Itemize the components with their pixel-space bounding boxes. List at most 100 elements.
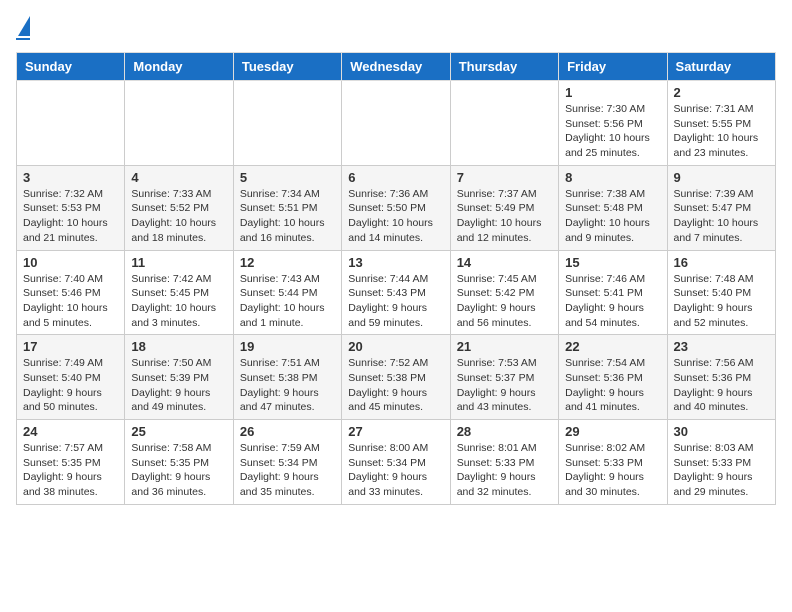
day-info: Sunrise: 7:44 AM Sunset: 5:43 PM Dayligh… — [348, 272, 443, 331]
day-info: Sunrise: 7:38 AM Sunset: 5:48 PM Dayligh… — [565, 187, 660, 246]
day-info: Sunrise: 7:54 AM Sunset: 5:36 PM Dayligh… — [565, 356, 660, 415]
day-number: 29 — [565, 424, 660, 439]
day-info: Sunrise: 7:49 AM Sunset: 5:40 PM Dayligh… — [23, 356, 118, 415]
day-info: Sunrise: 7:30 AM Sunset: 5:56 PM Dayligh… — [565, 102, 660, 161]
day-info: Sunrise: 7:39 AM Sunset: 5:47 PM Dayligh… — [674, 187, 769, 246]
day-info: Sunrise: 7:33 AM Sunset: 5:52 PM Dayligh… — [131, 187, 226, 246]
day-info: Sunrise: 7:37 AM Sunset: 5:49 PM Dayligh… — [457, 187, 552, 246]
calendar-cell: 2 Sunrise: 7:31 AM Sunset: 5:55 PM Daylig… — [667, 81, 775, 166]
calendar-cell: 19 Sunrise: 7:51 AM Sunset: 5:38 PM Dayli… — [233, 335, 341, 420]
day-info: Sunrise: 7:57 AM Sunset: 5:35 PM Dayligh… — [23, 441, 118, 500]
day-info: Sunrise: 7:56 AM Sunset: 5:36 PM Dayligh… — [674, 356, 769, 415]
day-number: 11 — [131, 255, 226, 270]
day-number: 27 — [348, 424, 443, 439]
calendar-cell: 26 Sunrise: 7:59 AM Sunset: 5:34 PM Dayli… — [233, 420, 341, 505]
calendar-day-header: Saturday — [667, 53, 775, 81]
calendar-cell: 30 Sunrise: 8:03 AM Sunset: 5:33 PM Dayli… — [667, 420, 775, 505]
day-number: 3 — [23, 170, 118, 185]
calendar-cell: 23Sunrise: 7:56 AM Sunset: 5:36 PM Dayli… — [667, 335, 775, 420]
calendar-cell: 18Sunrise: 7:50 AM Sunset: 5:39 PM Dayli… — [125, 335, 233, 420]
day-number: 1 — [565, 85, 660, 100]
day-number: 19 — [240, 339, 335, 354]
day-number: 20 — [348, 339, 443, 354]
day-number: 26 — [240, 424, 335, 439]
calendar-cell: 27 Sunrise: 8:00 AM Sunset: 5:34 PM Dayli… — [342, 420, 450, 505]
day-info: Sunrise: 7:58 AM Sunset: 5:35 PM Dayligh… — [131, 441, 226, 500]
day-info: Sunrise: 7:45 AM Sunset: 5:42 PM Dayligh… — [457, 272, 552, 331]
day-info: Sunrise: 7:50 AM Sunset: 5:39 PM Dayligh… — [131, 356, 226, 415]
day-number: 13 — [348, 255, 443, 270]
calendar-cell: 29 Sunrise: 8:02 AM Sunset: 5:33 PM Dayli… — [559, 420, 667, 505]
calendar-cell: 21 Sunrise: 7:53 AM Sunset: 5:37 PM Dayli… — [450, 335, 558, 420]
calendar-cell — [125, 81, 233, 166]
day-info: Sunrise: 7:42 AM Sunset: 5:45 PM Dayligh… — [131, 272, 226, 331]
day-info: Sunrise: 7:40 AM Sunset: 5:46 PM Dayligh… — [23, 272, 118, 331]
day-info: Sunrise: 7:48 AM Sunset: 5:40 PM Dayligh… — [674, 272, 769, 331]
day-number: 10 — [23, 255, 118, 270]
day-info: Sunrise: 7:53 AM Sunset: 5:37 PM Dayligh… — [457, 356, 552, 415]
day-number: 30 — [674, 424, 769, 439]
calendar-cell: 3 Sunrise: 7:32 AM Sunset: 5:53 PM Daylig… — [17, 165, 125, 250]
calendar-cell: 7Sunrise: 7:37 AM Sunset: 5:49 PM Daylig… — [450, 165, 558, 250]
day-info: Sunrise: 8:00 AM Sunset: 5:34 PM Dayligh… — [348, 441, 443, 500]
day-info: Sunrise: 8:01 AM Sunset: 5:33 PM Dayligh… — [457, 441, 552, 500]
calendar-cell: 22Sunrise: 7:54 AM Sunset: 5:36 PM Dayli… — [559, 335, 667, 420]
calendar-cell: 4 Sunrise: 7:33 AM Sunset: 5:52 PM Daylig… — [125, 165, 233, 250]
day-number: 28 — [457, 424, 552, 439]
calendar-week-row: 1 Sunrise: 7:30 AM Sunset: 5:56 PM Daylig… — [17, 81, 776, 166]
day-number: 16 — [674, 255, 769, 270]
calendar-cell: 11 Sunrise: 7:42 AM Sunset: 5:45 PM Dayli… — [125, 250, 233, 335]
day-number: 17 — [23, 339, 118, 354]
calendar-cell: 8 Sunrise: 7:38 AM Sunset: 5:48 PM Daylig… — [559, 165, 667, 250]
day-info: Sunrise: 7:34 AM Sunset: 5:51 PM Dayligh… — [240, 187, 335, 246]
day-number: 12 — [240, 255, 335, 270]
day-info: Sunrise: 7:36 AM Sunset: 5:50 PM Dayligh… — [348, 187, 443, 246]
calendar-cell: 1 Sunrise: 7:30 AM Sunset: 5:56 PM Daylig… — [559, 81, 667, 166]
calendar-cell: 13 Sunrise: 7:44 AM Sunset: 5:43 PM Dayli… — [342, 250, 450, 335]
calendar-day-header: Friday — [559, 53, 667, 81]
day-info: Sunrise: 7:43 AM Sunset: 5:44 PM Dayligh… — [240, 272, 335, 331]
calendar-day-header: Monday — [125, 53, 233, 81]
calendar-cell: 15 Sunrise: 7:46 AM Sunset: 5:41 PM Dayli… — [559, 250, 667, 335]
page-header — [16, 16, 776, 40]
calendar-cell: 6 Sunrise: 7:36 AM Sunset: 5:50 PM Daylig… — [342, 165, 450, 250]
day-number: 24 — [23, 424, 118, 439]
calendar-cell: 12 Sunrise: 7:43 AM Sunset: 5:44 PM Dayli… — [233, 250, 341, 335]
day-number: 2 — [674, 85, 769, 100]
day-number: 4 — [131, 170, 226, 185]
logo-triangle-icon — [18, 16, 30, 36]
day-info: Sunrise: 8:02 AM Sunset: 5:33 PM Dayligh… — [565, 441, 660, 500]
calendar-week-row: 24 Sunrise: 7:57 AM Sunset: 5:35 PM Dayli… — [17, 420, 776, 505]
calendar-cell: 20 Sunrise: 7:52 AM Sunset: 5:38 PM Dayli… — [342, 335, 450, 420]
day-number: 8 — [565, 170, 660, 185]
calendar-cell: 24 Sunrise: 7:57 AM Sunset: 5:35 PM Dayli… — [17, 420, 125, 505]
calendar-week-row: 10 Sunrise: 7:40 AM Sunset: 5:46 PM Dayli… — [17, 250, 776, 335]
calendar-table: SundayMondayTuesdayWednesdayThursdayFrid… — [16, 52, 776, 505]
day-number: 25 — [131, 424, 226, 439]
day-number: 9 — [674, 170, 769, 185]
calendar-day-header: Wednesday — [342, 53, 450, 81]
calendar-week-row: 17 Sunrise: 7:49 AM Sunset: 5:40 PM Dayli… — [17, 335, 776, 420]
day-number: 5 — [240, 170, 335, 185]
calendar-cell: 25 Sunrise: 7:58 AM Sunset: 5:35 PM Dayli… — [125, 420, 233, 505]
day-number: 21 — [457, 339, 552, 354]
day-number: 15 — [565, 255, 660, 270]
day-info: Sunrise: 7:31 AM Sunset: 5:55 PM Dayligh… — [674, 102, 769, 161]
day-info: Sunrise: 8:03 AM Sunset: 5:33 PM Dayligh… — [674, 441, 769, 500]
day-number: 6 — [348, 170, 443, 185]
day-info: Sunrise: 7:46 AM Sunset: 5:41 PM Dayligh… — [565, 272, 660, 331]
calendar-cell: 14 Sunrise: 7:45 AM Sunset: 5:42 PM Dayli… — [450, 250, 558, 335]
day-info: Sunrise: 7:32 AM Sunset: 5:53 PM Dayligh… — [23, 187, 118, 246]
day-info: Sunrise: 7:51 AM Sunset: 5:38 PM Dayligh… — [240, 356, 335, 415]
day-info: Sunrise: 7:52 AM Sunset: 5:38 PM Dayligh… — [348, 356, 443, 415]
calendar-cell: 5 Sunrise: 7:34 AM Sunset: 5:51 PM Daylig… — [233, 165, 341, 250]
day-info: Sunrise: 7:59 AM Sunset: 5:34 PM Dayligh… — [240, 441, 335, 500]
logo-underline — [16, 38, 30, 40]
calendar-cell: 16 Sunrise: 7:48 AM Sunset: 5:40 PM Dayli… — [667, 250, 775, 335]
calendar-day-header: Sunday — [17, 53, 125, 81]
day-number: 14 — [457, 255, 552, 270]
calendar-cell: 28 Sunrise: 8:01 AM Sunset: 5:33 PM Dayli… — [450, 420, 558, 505]
calendar-cell — [450, 81, 558, 166]
calendar-week-row: 3 Sunrise: 7:32 AM Sunset: 5:53 PM Daylig… — [17, 165, 776, 250]
calendar-cell: 17 Sunrise: 7:49 AM Sunset: 5:40 PM Dayli… — [17, 335, 125, 420]
